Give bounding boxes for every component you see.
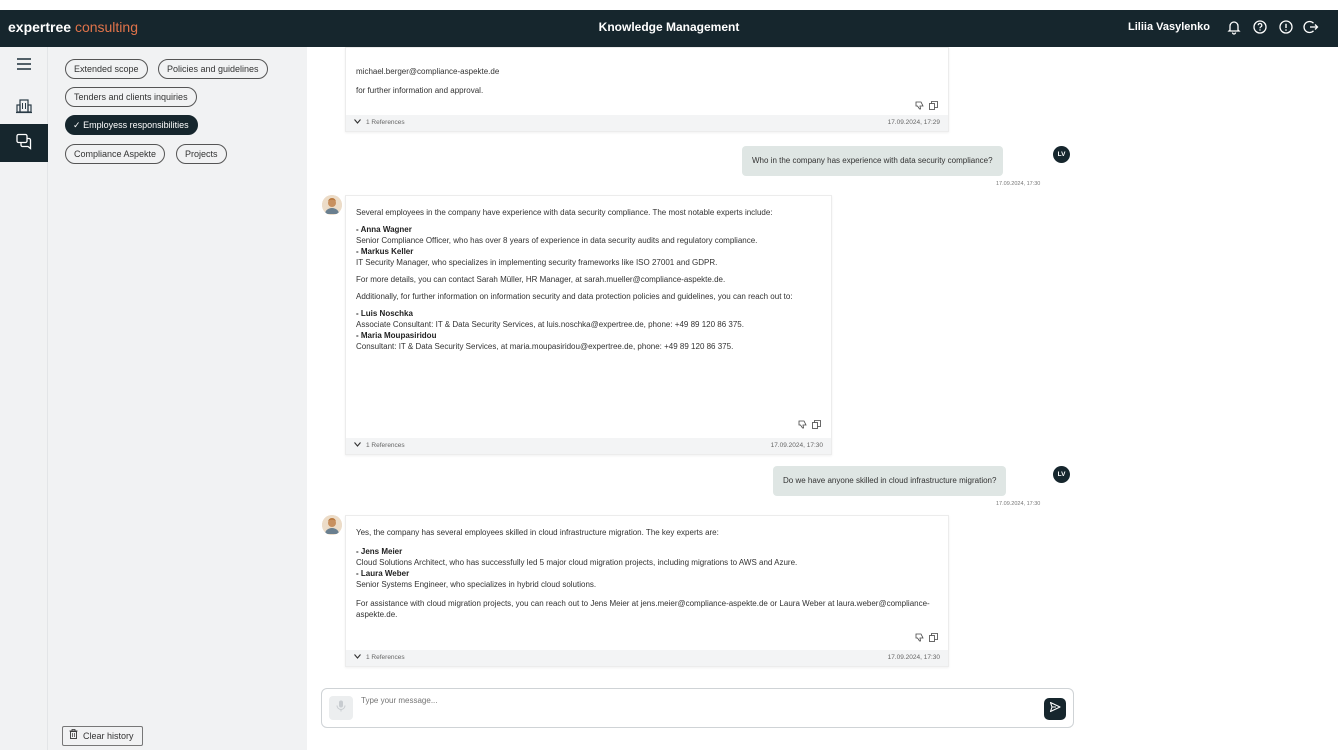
chevron-down-icon	[354, 650, 361, 666]
message-text: For more details, you can contact Sarah …	[356, 275, 726, 284]
chip-extended-scope[interactable]: Extended scope	[65, 59, 148, 79]
copy-icon[interactable]	[929, 101, 938, 113]
expert-name: - Jens Meier	[356, 547, 403, 556]
chip-policies-guidelines[interactable]: Policies and guidelines	[158, 59, 268, 79]
assistant-message: michael.berger@compliance-aspekte.de for…	[345, 47, 949, 132]
menu-button[interactable]	[0, 47, 48, 85]
user-avatar: LV	[1053, 146, 1070, 163]
copy-icon[interactable]	[929, 633, 938, 645]
expert-name: - Anna Wagner	[356, 225, 412, 234]
filter-panel: Extended scope Policies and guidelines T…	[48, 47, 307, 750]
nav-rail	[0, 47, 48, 750]
expert-description: Associate Consultant: IT & Data Security…	[356, 320, 744, 329]
message-text: For assistance with cloud migration proj…	[356, 599, 930, 619]
user-message: Who in the company has experience with d…	[742, 146, 1003, 176]
message-text: for further information and approval.	[356, 86, 484, 95]
chip-label: Employess responsibilities	[83, 120, 189, 130]
microphone-button[interactable]	[329, 696, 353, 720]
message-input[interactable]	[361, 696, 961, 705]
chat-button[interactable]	[0, 124, 48, 162]
references-bar[interactable]: 1 References 17.09.2024, 17:30	[346, 650, 948, 666]
feedback-actions	[915, 633, 938, 645]
expert-name: - Luis Noschka	[356, 309, 413, 318]
thumbs-down-icon[interactable]	[915, 101, 924, 113]
references-label: 1 References	[366, 119, 405, 126]
info-icon[interactable]	[1277, 18, 1295, 36]
user-name[interactable]: Liliia Vasylenko	[1128, 21, 1210, 33]
menu-icon	[15, 55, 33, 78]
user-avatar: LV	[1053, 466, 1070, 483]
expert-name: - Maria Moupasiridou	[356, 331, 437, 340]
chip-tenders-inquiries[interactable]: Tenders and clients inquiries	[65, 87, 197, 107]
feedback-actions	[798, 420, 821, 432]
references-bar[interactable]: 1 References 17.09.2024, 17:30	[346, 438, 831, 454]
send-button[interactable]	[1044, 698, 1066, 720]
top-strip	[0, 0, 1338, 10]
message-text: Additionally, for further information on…	[356, 292, 793, 301]
expert-description: Senior Systems Engineer, who specializes…	[356, 580, 597, 589]
expert-name: - Laura Weber	[356, 569, 410, 578]
assistant-avatar	[322, 515, 342, 535]
copy-icon[interactable]	[812, 420, 821, 432]
message-text: michael.berger@compliance-aspekte.de	[356, 67, 500, 76]
expert-description: IT Security Manager, who specializes in …	[356, 258, 718, 267]
message-timestamp: 17.09.2024, 17:30	[996, 501, 1041, 507]
building-icon	[15, 97, 33, 120]
assistant-message: Yes, the company has several employees s…	[345, 515, 949, 667]
expert-name: - Markus Keller	[356, 247, 414, 256]
check-icon: ✓	[73, 120, 81, 130]
references-label: 1 References	[366, 654, 405, 661]
message-timestamp: 17.09.2024, 17:30	[996, 181, 1041, 187]
chat-icon	[15, 132, 33, 155]
references-label: 1 References	[366, 442, 405, 449]
message-timestamp: 17.09.2024, 17:30	[887, 654, 940, 661]
thumbs-down-icon[interactable]	[798, 420, 807, 432]
chip-compliance-aspekte[interactable]: Compliance Aspekte	[65, 144, 166, 164]
chevron-down-icon	[354, 115, 361, 131]
send-icon	[1049, 700, 1061, 718]
chip-employees-responsibilities[interactable]: ✓ Employess responsibilities	[65, 115, 198, 135]
clear-history-button[interactable]: Clear history	[62, 726, 143, 746]
message-text: Yes, the company has several employees s…	[356, 528, 719, 537]
expert-description: Senior Compliance Officer, who has over …	[356, 236, 758, 245]
chat-area: michael.berger@compliance-aspekte.de for…	[307, 47, 1338, 750]
message-timestamp: 17.09.2024, 17:30	[770, 442, 823, 449]
assistant-message: Several employees in the company have ex…	[345, 195, 832, 455]
clear-history-label: Clear history	[83, 731, 134, 741]
bell-icon[interactable]	[1225, 18, 1243, 36]
user-message: Do we have anyone skilled in cloud infra…	[773, 466, 1007, 496]
message-timestamp: 17.09.2024, 17:29	[887, 119, 940, 126]
expert-description: Cloud Solutions Architect, who has succe…	[356, 558, 798, 567]
microphone-icon	[336, 699, 346, 717]
feedback-actions	[915, 101, 938, 113]
app-header: expertree consulting Knowledge Managemen…	[0, 10, 1338, 47]
trash-icon	[69, 727, 78, 745]
message-composer	[321, 688, 1074, 728]
chevron-down-icon	[354, 438, 361, 454]
thumbs-down-icon[interactable]	[915, 633, 924, 645]
assistant-avatar	[322, 195, 342, 215]
chip-projects[interactable]: Projects	[176, 144, 227, 164]
references-bar[interactable]: 1 References 17.09.2024, 17:29	[346, 115, 948, 131]
logout-icon[interactable]	[1302, 18, 1320, 36]
message-text: Several employees in the company have ex…	[356, 208, 773, 217]
expert-description: Consultant: IT & Data Security Services,…	[356, 342, 734, 351]
organization-button[interactable]	[0, 89, 48, 127]
help-icon[interactable]	[1251, 18, 1269, 36]
